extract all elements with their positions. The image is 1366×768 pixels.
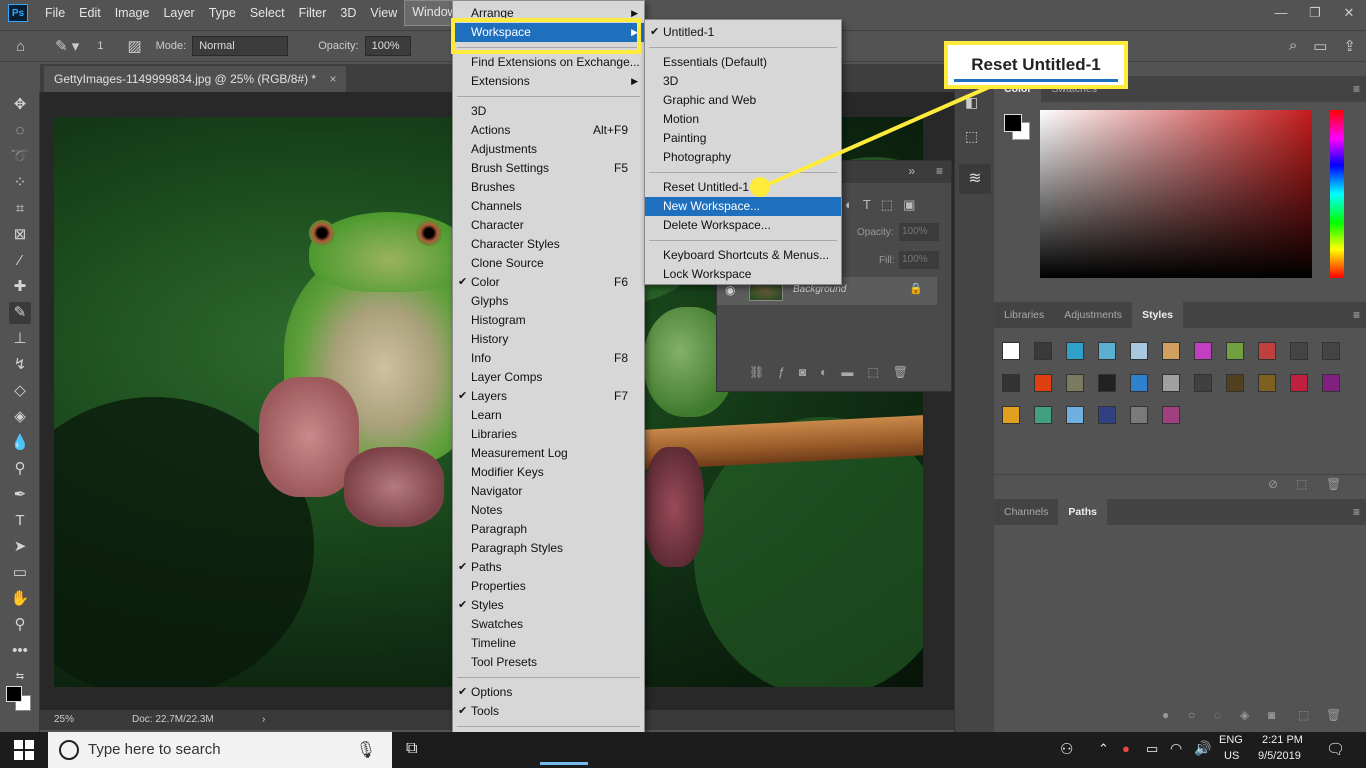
callout-box: Reset Untitled-1 <box>944 41 1128 89</box>
wifi-icon[interactable]: ◠ <box>1170 740 1182 757</box>
callout-dot <box>750 177 770 197</box>
callout-line <box>761 82 997 189</box>
language-indicator[interactable]: ENG <box>1219 734 1243 746</box>
notifications-icon[interactable]: 🗨 <box>1326 740 1345 758</box>
volume-icon[interactable]: 🔊 <box>1194 740 1211 757</box>
antivirus-icon[interactable]: ● <box>1122 741 1130 756</box>
people-icon[interactable]: ⚇ <box>1060 740 1073 758</box>
callout-text: Reset Untitled-1 <box>971 55 1101 74</box>
fg-color-chip[interactable] <box>1004 114 1022 132</box>
photoshop-taskbar-icon[interactable] <box>540 762 588 765</box>
callout-connector <box>750 82 997 197</box>
start-button-icon[interactable] <box>14 740 34 760</box>
search-placeholder: Type here to search <box>88 741 221 758</box>
windows-taskbar: Type here to search 🎙 ⧉ ⚇ ⌃ ● ▭ ◠ 🔊 ENG … <box>0 732 1366 768</box>
taskbar-app-icons <box>450 732 590 768</box>
taskbar-search[interactable]: Type here to search 🎙 <box>48 732 392 768</box>
microphone-icon[interactable]: 🎙 <box>356 740 376 760</box>
foreground-color-swatch[interactable] <box>6 686 22 702</box>
clock-time[interactable]: 2:21 PM <box>1262 734 1303 746</box>
cortana-icon <box>59 740 79 760</box>
region-indicator[interactable]: US <box>1224 750 1239 762</box>
task-view-icon[interactable]: ⧉ <box>406 740 417 758</box>
callout-underline <box>954 79 1118 82</box>
tray-chevron-icon[interactable]: ⌃ <box>1098 741 1109 757</box>
clock-date[interactable]: 9/5/2019 <box>1258 750 1301 762</box>
battery-icon[interactable]: ▭ <box>1146 741 1158 757</box>
